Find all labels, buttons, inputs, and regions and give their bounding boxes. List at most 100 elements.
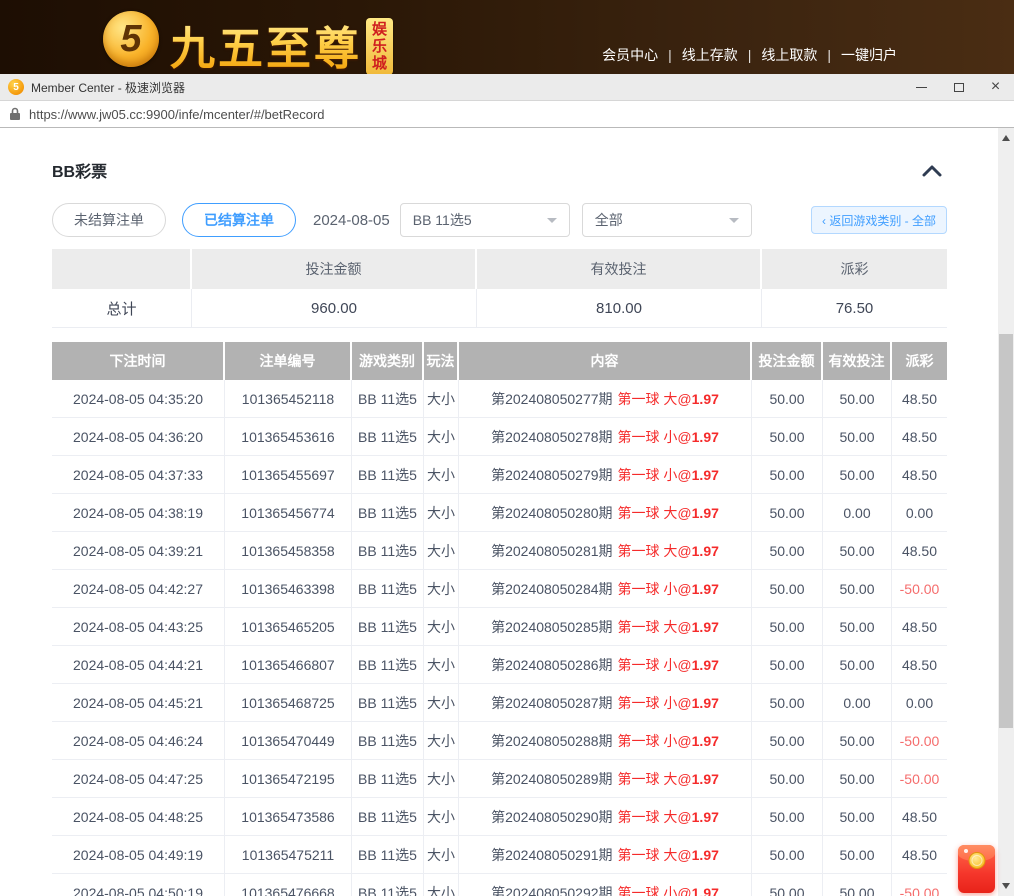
- pick-text: 第一球 小@: [618, 655, 692, 675]
- table-row: 2024-08-05 04:38:19 101365456774 BB 11选5…: [52, 494, 947, 532]
- odds-text: 1.97: [692, 771, 719, 787]
- valid-bet-cell: 50.00: [823, 380, 892, 417]
- bet-content-cell: 第202408050285期第一球 大@1.97: [459, 608, 752, 645]
- play-type-cell: 大小: [424, 760, 459, 797]
- bet-content-cell: 第202408050286期第一球 小@1.97: [459, 646, 752, 683]
- game-type-value: BB 11选5: [413, 210, 472, 230]
- settled-bets-button[interactable]: 已结算注单: [182, 203, 296, 237]
- bet-content-cell: 第202408050278期第一球 小@1.97: [459, 418, 752, 455]
- payout-cell: 48.50: [892, 532, 947, 569]
- game-type-select[interactable]: BB 11选5: [400, 203, 570, 237]
- back-to-game-category-button[interactable]: ‹ 返回游戏类别 - 全部: [811, 206, 947, 234]
- col-header-valid: 有效投注: [823, 342, 892, 380]
- period-text: 第202408050281期: [491, 541, 612, 561]
- bet-id-cell: 101365458358: [225, 532, 352, 569]
- nav-online-withdraw[interactable]: 线上取款: [761, 45, 817, 65]
- play-type-cell: 大小: [424, 836, 459, 873]
- valid-bet-cell: 50.00: [823, 608, 892, 645]
- pick-text: 第一球 小@: [618, 427, 692, 447]
- envelope-sparkle: [964, 849, 968, 853]
- summary-header-valid: 有效投注: [477, 249, 762, 289]
- table-header-row: 下注时间 注单编号 游戏类别 玩法 内容 投注金额 有效投注 派彩: [52, 342, 947, 380]
- window-controls: ×: [903, 74, 1014, 100]
- bet-content-cell: 第202408050289期第一球 大@1.97: [459, 760, 752, 797]
- odds-text: 1.97: [692, 467, 719, 483]
- valid-bet-cell: 50.00: [823, 798, 892, 835]
- game-type-cell: BB 11选5: [352, 874, 424, 896]
- table-row: 2024-08-05 04:35:20 101365452118 BB 11选5…: [52, 380, 947, 418]
- pick-text: 第一球 大@: [618, 541, 692, 561]
- bet-id-cell: 101365472195: [225, 760, 352, 797]
- bet-id-cell: 101365453616: [225, 418, 352, 455]
- bet-time-cell: 2024-08-05 04:49:19: [52, 836, 225, 873]
- pick-text: 第一球 大@: [618, 807, 692, 827]
- summary-total-label: 总计: [52, 289, 192, 327]
- game-type-cell: BB 11选5: [352, 570, 424, 607]
- bet-id-cell: 101365470449: [225, 722, 352, 759]
- red-envelope-icon[interactable]: [958, 845, 995, 893]
- valid-bet-cell: 50.00: [823, 760, 892, 797]
- play-type-select[interactable]: 全部: [582, 203, 752, 237]
- vertical-scrollbar[interactable]: [998, 128, 1014, 896]
- bet-content-cell: 第202408050284期第一球 小@1.97: [459, 570, 752, 607]
- nav-online-deposit[interactable]: 线上存款: [682, 45, 738, 65]
- period-text: 第202408050289期: [491, 769, 612, 789]
- play-type-cell: 大小: [424, 646, 459, 683]
- game-type-cell: BB 11选5: [352, 798, 424, 835]
- period-text: 第202408050291期: [491, 845, 612, 865]
- bet-time-cell: 2024-08-05 04:36:20: [52, 418, 225, 455]
- bet-id-cell: 101365463398: [225, 570, 352, 607]
- summary-valid-total: 810.00: [477, 289, 762, 327]
- collapse-chevron-icon[interactable]: [921, 163, 943, 178]
- bet-content-cell: 第202408050277期第一球 大@1.97: [459, 380, 752, 417]
- maximize-button[interactable]: [940, 74, 977, 100]
- game-type-cell: BB 11选5: [352, 646, 424, 683]
- unsettled-bets-button[interactable]: 未结算注单: [52, 203, 166, 237]
- nav-separator: |: [668, 47, 672, 63]
- game-type-cell: BB 11选5: [352, 418, 424, 455]
- period-text: 第202408050292期: [491, 883, 612, 896]
- valid-bet-cell: 50.00: [823, 836, 892, 873]
- payout-cell: -50.00: [892, 874, 947, 896]
- play-type-cell: 大小: [424, 494, 459, 531]
- logo-badge: 娱乐城: [366, 18, 393, 74]
- bet-time-cell: 2024-08-05 04:42:27: [52, 570, 225, 607]
- close-button[interactable]: ×: [977, 74, 1014, 100]
- bet-time-cell: 2024-08-05 04:47:25: [52, 760, 225, 797]
- scrollbar-up-icon[interactable]: [1002, 135, 1010, 141]
- bet-content-cell: 第202408050291期第一球 大@1.97: [459, 836, 752, 873]
- url-text: https://www.jw05.cc:9900/infe/mcenter/#/…: [29, 107, 325, 122]
- play-type-cell: 大小: [424, 380, 459, 417]
- pick-text: 第一球 小@: [618, 465, 692, 485]
- payout-cell: 48.50: [892, 456, 947, 493]
- bet-amount-cell: 50.00: [752, 684, 823, 721]
- summary-total-row: 总计 960.00 810.00 76.50: [52, 289, 947, 328]
- period-text: 第202408050288期: [491, 731, 612, 751]
- scrollbar-down-icon[interactable]: [1002, 883, 1010, 889]
- period-text: 第202408050280期: [491, 503, 612, 523]
- minimize-button[interactable]: [903, 74, 940, 100]
- valid-bet-cell: 50.00: [823, 874, 892, 896]
- minimize-icon: [916, 87, 927, 88]
- nav-member-center[interactable]: 会员中心: [602, 45, 658, 65]
- play-type-cell: 大小: [424, 722, 459, 759]
- table-row: 2024-08-05 04:44:21 101365466807 BB 11选5…: [52, 646, 947, 684]
- odds-text: 1.97: [692, 619, 719, 635]
- url-bar[interactable]: https://www.jw05.cc:9900/infe/mcenter/#/…: [0, 101, 1014, 128]
- page: 5 九五至尊 娱乐城 会员中心 | 线上存款 | 线上取款 | 一键归户 5 M…: [0, 0, 1014, 896]
- odds-text: 1.97: [692, 391, 719, 407]
- game-type-cell: BB 11选5: [352, 722, 424, 759]
- bet-id-cell: 101365456774: [225, 494, 352, 531]
- coin-icon: [968, 852, 985, 869]
- summary-bet-total: 960.00: [192, 289, 477, 327]
- valid-bet-cell: 50.00: [823, 418, 892, 455]
- nav-one-key-transfer[interactable]: 一键归户: [841, 45, 897, 65]
- bet-time-cell: 2024-08-05 04:48:25: [52, 798, 225, 835]
- period-text: 第202408050287期: [491, 693, 612, 713]
- odds-text: 1.97: [692, 847, 719, 863]
- close-icon: ×: [991, 79, 1000, 95]
- date-filter[interactable]: 2024-08-05: [313, 212, 390, 229]
- table-row: 2024-08-05 04:37:33 101365455697 BB 11选5…: [52, 456, 947, 494]
- bet-id-cell: 101365466807: [225, 646, 352, 683]
- scrollbar-thumb[interactable]: [999, 334, 1013, 728]
